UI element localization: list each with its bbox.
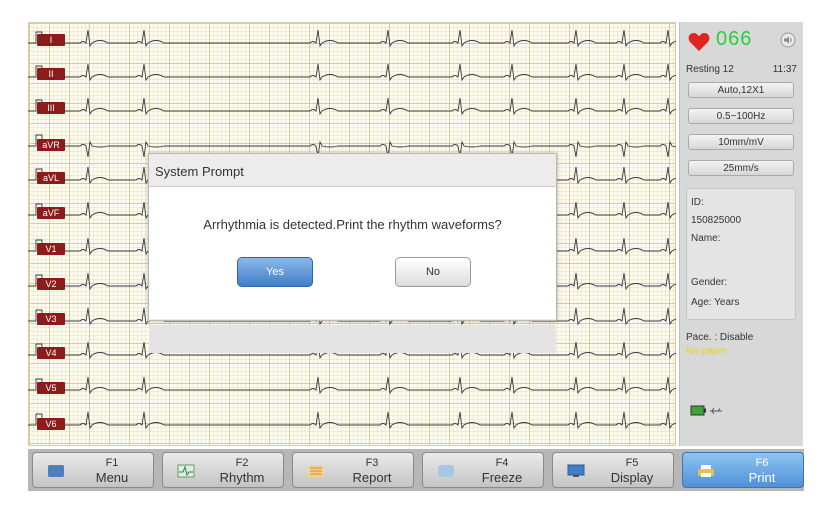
layout-setting-button[interactable]: Auto,12X1 (688, 82, 794, 98)
f4-label: Freeze (481, 470, 523, 485)
dialog-footer (149, 325, 556, 353)
lead-label-v2: V2 (37, 278, 65, 290)
function-toolbar: F1 Menu F2 Rhythm F3 Report F4 Freeze F5… (28, 449, 804, 491)
yes-button[interactable]: Yes (237, 257, 313, 287)
patient-info-box[interactable]: ID: 150825000 Name: Gender: Age: Years (686, 188, 796, 320)
status-panel: 066 Resting 12 11:37 Auto,12X1 0.5~100Hz… (679, 22, 803, 446)
lead-label-v5: V5 (37, 382, 65, 394)
heart-icon (688, 33, 710, 51)
f5-label: Display (610, 470, 654, 485)
f3-label: Report (352, 470, 392, 485)
ecg-screen: I II III aVR aVL aVF V1 V2 V3 V4 V5 V6 0… (0, 0, 821, 505)
f1-label: Menu (95, 470, 129, 485)
lead-label-v6: V6 (37, 418, 65, 430)
dialog-title: System Prompt (155, 164, 244, 179)
lead-label-avr: aVR (37, 139, 65, 151)
dialog-body: Arrhythmia is detected.Print the rhythm … (149, 186, 556, 353)
ecg-trace-v5 (28, 376, 676, 395)
system-prompt-dialog: System Prompt Arrhythmia is detected.Pri… (148, 153, 557, 353)
patient-id-label: ID: (691, 197, 704, 208)
ecg-trace-i (28, 29, 676, 48)
lead-label-v3: V3 (37, 313, 65, 325)
speaker-icon[interactable] (780, 32, 796, 48)
f1-key: F1 (105, 457, 119, 469)
f1-menu-button[interactable]: F1 Menu (32, 452, 154, 488)
ecg-trace-v6 (28, 411, 676, 430)
patient-age-label: Age: Years (691, 297, 740, 308)
printer-icon (698, 465, 714, 477)
lead-label-avf: aVF (37, 207, 65, 219)
f3-key: F3 (365, 457, 379, 469)
patient-id-value: 150825000 (691, 215, 742, 226)
report-icon (308, 465, 324, 477)
f2-key: F2 (235, 457, 249, 469)
f4-key: F4 (495, 457, 509, 469)
f3-report-button[interactable]: F3 Report (292, 452, 414, 488)
f5-key: F5 (625, 457, 639, 469)
clock: 11:37 (772, 64, 797, 75)
f2-rhythm-button[interactable]: F2 Rhythm (162, 452, 284, 488)
acquisition-mode: Resting 12 (686, 64, 734, 75)
ecg-trace-ii (28, 63, 676, 82)
f6-key: F6 (755, 457, 769, 469)
ecg-trace-iii (28, 97, 676, 116)
f2-label: Rhythm (219, 470, 265, 485)
pace-status: Pace. : Disable (686, 332, 754, 343)
dialog-message: Arrhythmia is detected.Print the rhythm … (203, 217, 502, 232)
lead-label-i: I (37, 34, 65, 46)
lead-label-ii: II (37, 68, 65, 80)
filter-setting-button[interactable]: 0.5~100Hz (688, 108, 794, 124)
display-icon (567, 464, 585, 477)
battery-usb-icon (690, 405, 722, 416)
rhythm-icon (177, 464, 195, 478)
speed-setting-button[interactable]: 25mm/s (688, 160, 794, 176)
f5-display-button[interactable]: F5 Display (552, 452, 674, 488)
no-button[interactable]: No (395, 257, 471, 287)
menu-icon (48, 465, 64, 477)
f6-label: Print (748, 470, 776, 485)
paper-status: No paper (686, 346, 728, 357)
lead-label-v4: V4 (37, 347, 65, 359)
f4-freeze-button[interactable]: F4 Freeze (422, 452, 544, 488)
lead-label-iii: III (37, 102, 65, 114)
heart-rate-value: 066 (716, 28, 753, 50)
patient-name-label: Name: (691, 233, 721, 244)
f6-print-button[interactable]: F6 Print (682, 452, 804, 488)
lead-label-v1: V1 (37, 243, 65, 255)
lead-label-avl: aVL (37, 172, 65, 184)
freeze-icon (438, 465, 454, 477)
patient-gender-label: Gender: (691, 277, 728, 288)
gain-setting-button[interactable]: 10mm/mV (688, 134, 794, 150)
